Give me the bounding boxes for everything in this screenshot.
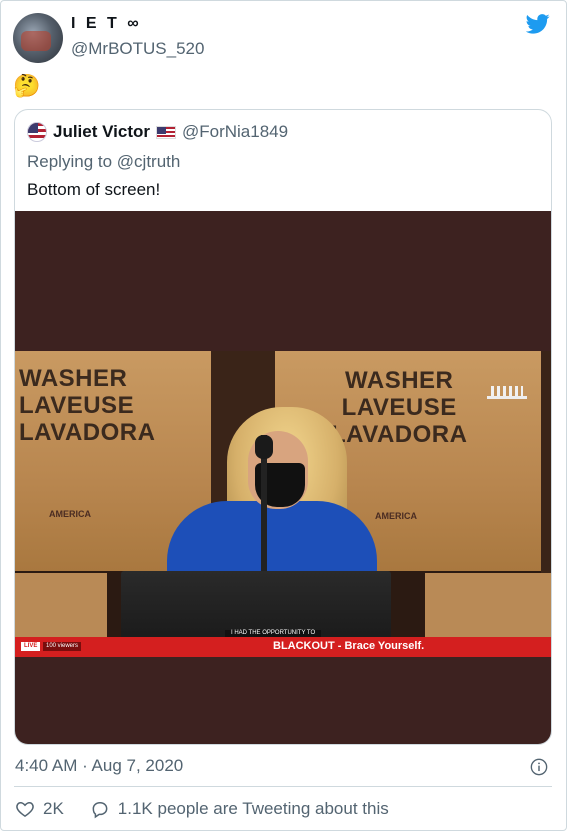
box-lower-right [425,573,551,639]
author-display-name[interactable]: I E T ∞ [71,15,142,33]
ticker-headline: BLACKOUT - Brace Yourself. [273,640,425,652]
box-left-brand: AMERICA [49,509,91,519]
quoted-tweet-header: Juliet Victor @ForNia1849 [27,122,288,142]
white-house-logo-icon [487,383,527,399]
news-ticker: I HAD THE OPPORTUNITY TO LIVE 100 viewer… [15,630,551,657]
podium [121,571,391,639]
twitter-bird-icon[interactable] [526,13,550,35]
author-handle[interactable]: @MrBOTUS_520 [71,39,204,59]
speaker-shirt [167,501,377,581]
live-badge: LIVE [21,642,41,651]
reply-bubble-icon[interactable] [90,799,110,819]
tweeting-about-link[interactable]: 1.1K people are Tweeting about this [118,799,389,819]
box-right-brand: AMERICA [375,511,417,521]
us-flag-avatar-icon[interactable] [27,122,47,142]
box-right-line: LAVEUSE [341,394,457,421]
quoted-author-name[interactable]: Juliet Victor [53,122,150,142]
info-icon[interactable] [530,758,548,776]
microphone-icon [255,435,273,459]
box-left-line: LAVADORA [19,419,156,446]
quoted-tweet-text: Bottom of screen! [27,180,161,199]
avatar[interactable] [13,13,63,63]
box-left-label: WASHER LAVEUSE LAVADORA [19,365,155,446]
like-count[interactable]: 2K [43,799,64,819]
tweet-timestamp[interactable]: 4:40 AM · Aug 7, 2020 [15,756,183,776]
tweet-card: I E T ∞ @MrBOTUS_520 🤔 Juliet Victor @Fo… [0,0,567,831]
replying-to-line: Replying to @cjtruth [27,152,180,172]
viewer-count: 100 viewers [43,642,82,651]
box-lower-left [15,573,107,639]
thinking-emoji-icon: 🤔 [13,73,41,98]
heart-icon[interactable] [15,799,35,819]
video-player[interactable]: WASHER LAVEUSE LAVADORA AMERICA WASHER L… [15,211,551,744]
us-flag-icon [156,125,176,139]
quoted-tweet[interactable]: Juliet Victor @ForNia1849 Replying to @c… [14,109,552,745]
box-right-line: LAVADORA [331,421,468,448]
ticker-caption: I HAD THE OPPORTUNITY TO [225,630,322,637]
quoted-author-handle[interactable]: @ForNia1849 [182,122,288,142]
replying-prefix: Replying to [27,152,113,171]
box-left-line: WASHER [19,365,128,392]
divider [14,786,552,787]
replying-mention-link[interactable]: @cjtruth [117,152,181,171]
tweet-actions: 2K 1.1K people are Tweeting about this [15,798,389,820]
video-frame: WASHER LAVEUSE LAVADORA AMERICA WASHER L… [15,351,551,639]
box-right-label: WASHER LAVEUSE LAVADORA [331,367,467,448]
box-left-line: LAVEUSE [19,392,135,419]
box-right-line: WASHER [345,367,454,394]
